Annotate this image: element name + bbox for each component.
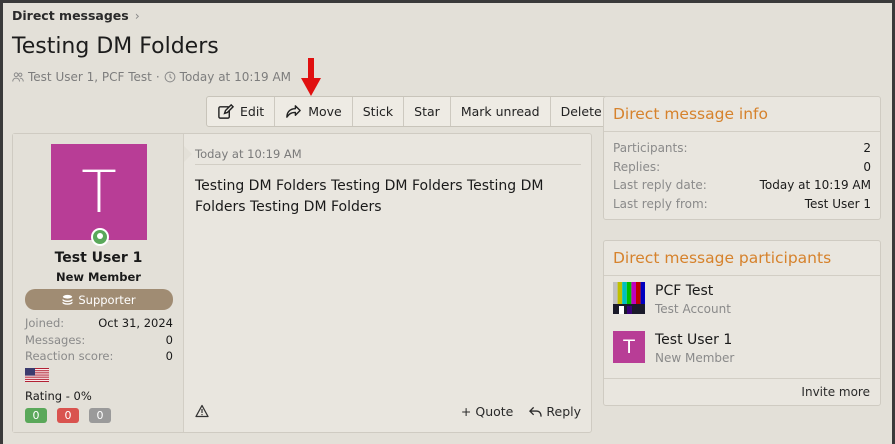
post-notch — [184, 146, 192, 162]
participant-name[interactable]: PCF Test — [655, 282, 731, 300]
neutral-chip[interactable]: 0 — [89, 408, 111, 423]
positive-chip[interactable]: 0 — [25, 408, 47, 423]
stat-value: 0 — [165, 349, 173, 363]
rating-text: Rating - 0% — [25, 389, 92, 403]
reply-label: Reply — [546, 404, 581, 419]
stack-icon — [62, 294, 74, 305]
message-toolbar: Edit Move Stick Star Mark unread Delete — [206, 96, 613, 127]
author-stats: Joined: Oct 31, 2024 Messages: 0 Reaction … — [25, 316, 173, 366]
info-value: 2 — [863, 141, 871, 156]
message-post: T Test User 1 New Member Supporter Joine… — [12, 133, 592, 433]
info-value[interactable]: Test User 1 — [805, 197, 871, 211]
stat-label: Messages: — [25, 332, 86, 347]
thread-meta: Test User 1, PCF Test · Today at 10:19 A… — [12, 70, 291, 84]
delete-label: Delete — [560, 104, 602, 119]
stick-button[interactable]: Stick — [353, 97, 405, 126]
chevron-right-icon: › — [134, 8, 140, 23]
banner-label: Supporter — [78, 292, 136, 307]
stat-value: Oct 31, 2024 — [98, 316, 173, 330]
info-label: Last reply from: — [613, 196, 708, 211]
dm-info-title: Direct message info — [604, 97, 880, 132]
stat-value: 0 — [165, 332, 173, 347]
edit-button[interactable]: Edit — [207, 97, 276, 126]
post-body: Testing DM Folders Testing DM Folders Te… — [195, 178, 544, 215]
time-meta[interactable]: Today at 10:19 AM — [180, 70, 291, 84]
participants-meta[interactable]: Test User 1, PCF Test — [28, 70, 152, 84]
page-title: Testing DM Folders — [12, 34, 219, 59]
meta-separator: · — [155, 70, 160, 84]
rating-chips: 0 0 0 — [25, 408, 111, 423]
reply-icon — [529, 406, 543, 417]
stat-label: Reaction score: — [25, 349, 114, 363]
quote-button[interactable]: + Quote — [461, 404, 514, 419]
move-label: Move — [308, 104, 342, 119]
avatar[interactable]: T — [51, 144, 147, 240]
dm-participants-panel: Direct message participants PCF Test Tes… — [603, 240, 881, 406]
test-pattern-avatar[interactable] — [613, 282, 645, 314]
negative-chip[interactable]: 0 — [57, 408, 79, 423]
post-date[interactable]: Today at 10:19 AM — [195, 147, 302, 161]
author-column: T Test User 1 New Member Supporter Joine… — [13, 134, 184, 432]
participants-title: Direct message participants — [604, 241, 880, 276]
users-icon — [12, 72, 24, 82]
quote-label: Quote — [475, 404, 514, 419]
clock-icon — [164, 71, 176, 83]
post-actions: + Quote Reply — [461, 404, 581, 419]
report-warning-icon[interactable] — [195, 404, 209, 418]
author-title: New Member — [56, 270, 141, 284]
info-label: Participants: — [613, 141, 688, 156]
mark-unread-button[interactable]: Mark unread — [451, 97, 551, 126]
participant-name[interactable]: Test User 1 — [655, 331, 734, 349]
info-row: Replies: 0 — [613, 158, 871, 177]
breadcrumb-direct-messages[interactable]: Direct messages — [12, 8, 129, 23]
divider — [195, 164, 581, 165]
participant-avatar[interactable]: T — [613, 331, 645, 363]
dm-info-panel: Direct message info Participants: 2 Repli… — [603, 96, 881, 220]
online-status-icon — [91, 228, 109, 246]
stick-label: Stick — [362, 104, 394, 119]
participant-title: New Member — [655, 351, 735, 365]
info-row: Last reply from: Test User 1 — [613, 195, 871, 214]
info-value: 0 — [863, 159, 871, 174]
mark-unread-label: Mark unread — [460, 104, 540, 119]
star-button[interactable]: Star — [404, 97, 451, 126]
info-value[interactable]: Today at 10:19 AM — [760, 178, 871, 192]
edit-label: Edit — [240, 104, 265, 119]
info-label: Replies: — [613, 159, 661, 174]
info-row: Last reply date: Today at 10:19 AM — [613, 176, 871, 195]
participant-item[interactable]: T Test User 1 New Member — [604, 325, 880, 374]
star-label: Star — [414, 104, 440, 119]
red-arrow-indicator — [301, 58, 321, 96]
plus-icon: + — [460, 404, 472, 419]
participant-title: Test Account — [655, 302, 731, 316]
participant-item[interactable]: PCF Test Test Account — [604, 276, 880, 325]
us-flag-icon — [25, 368, 49, 382]
info-label: Last reply date: — [613, 178, 707, 193]
share-arrow-icon — [286, 105, 302, 118]
stat-label: Joined: — [25, 316, 65, 330]
author-name[interactable]: Test User 1 — [13, 250, 184, 266]
edit-icon — [218, 103, 234, 119]
reply-button[interactable]: Reply — [529, 404, 581, 419]
move-button[interactable]: Move — [275, 97, 353, 126]
supporter-banner: Supporter — [25, 289, 173, 310]
info-row: Participants: 2 — [613, 139, 871, 158]
invite-more-link[interactable]: Invite more — [604, 378, 880, 405]
breadcrumb[interactable]: Direct messages › — [12, 8, 140, 23]
